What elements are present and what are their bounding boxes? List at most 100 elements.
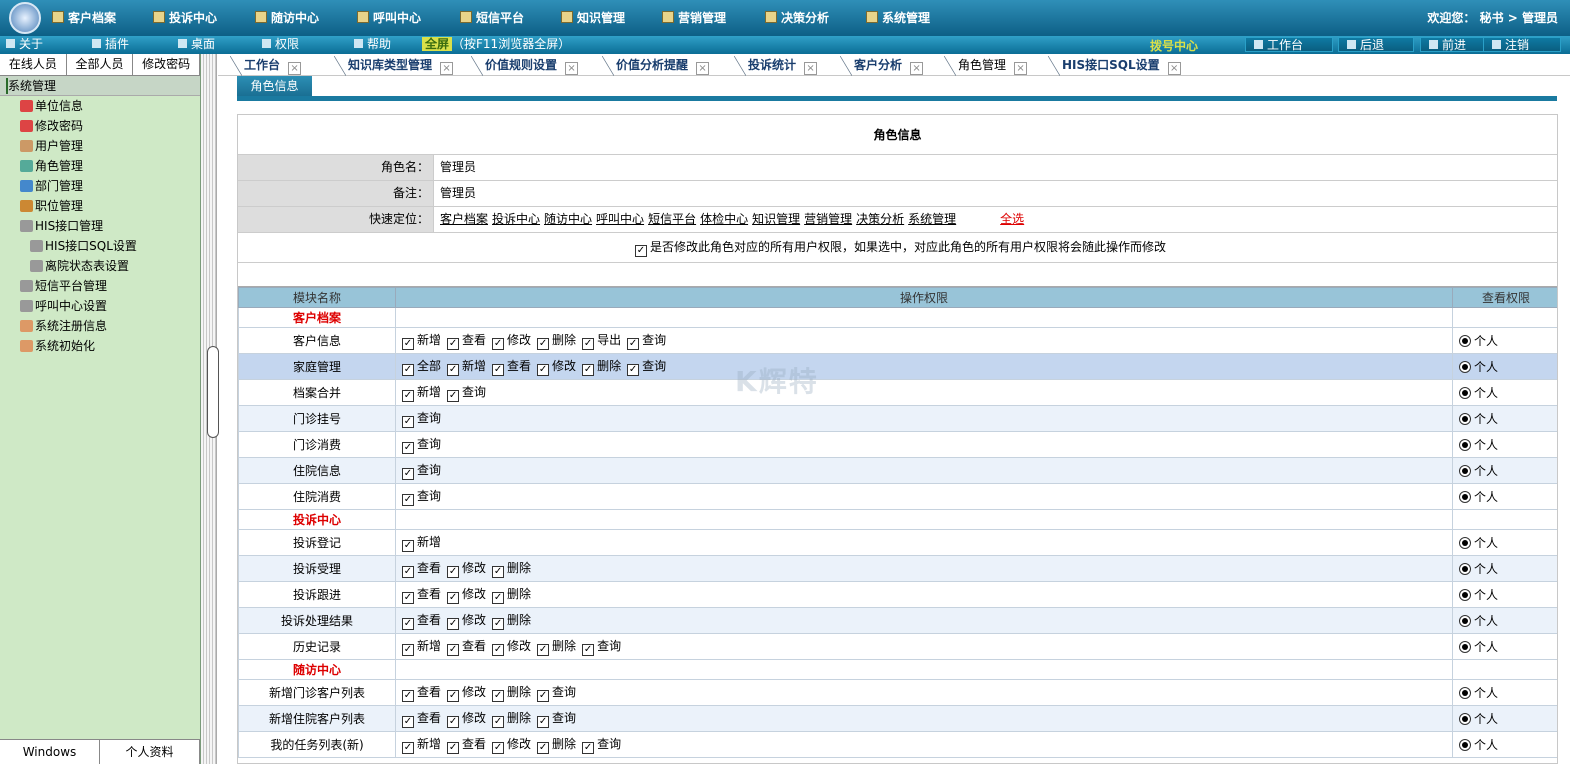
- view-radio[interactable]: [1459, 361, 1471, 373]
- quick-link[interactable]: 决策分析: [856, 212, 904, 226]
- topnav-3[interactable]: 随访中心: [255, 9, 319, 26]
- tab-2[interactable]: 知识库类型管理 ×: [334, 56, 454, 76]
- tab-8[interactable]: HIS接口SQL设置 ×: [1048, 56, 1181, 76]
- sidebar-item[interactable]: 单位信息: [0, 96, 200, 116]
- op-checkbox[interactable]: [402, 364, 414, 376]
- select-all-link[interactable]: 全选: [1000, 212, 1024, 226]
- op-checkbox[interactable]: [447, 716, 460, 728]
- sidebar-item[interactable]: 系统注册信息: [0, 316, 200, 336]
- toolbar-5[interactable]: 帮助: [354, 37, 391, 52]
- op-checkbox[interactable]: [402, 468, 414, 480]
- view-radio[interactable]: [1459, 641, 1471, 653]
- op-checkbox[interactable]: [402, 716, 414, 728]
- quick-link[interactable]: 系统管理: [908, 212, 956, 226]
- view-radio[interactable]: [1459, 589, 1471, 601]
- op-checkbox[interactable]: [447, 644, 460, 656]
- op-checkbox[interactable]: [402, 592, 414, 604]
- op-checkbox[interactable]: [402, 338, 414, 350]
- op-checkbox[interactable]: [582, 364, 595, 376]
- topnav-7[interactable]: 营销管理: [662, 9, 726, 26]
- topnav-4[interactable]: 呼叫中心: [357, 9, 421, 26]
- tab-5[interactable]: 投诉统计 ×: [734, 56, 818, 76]
- op-checkbox[interactable]: [402, 690, 414, 702]
- tab-3[interactable]: 价值规则设置 ×: [471, 56, 579, 76]
- subtab-role-info[interactable]: 角色信息: [237, 76, 312, 96]
- view-radio[interactable]: [1459, 687, 1471, 699]
- tab-4[interactable]: 价值分析提醒 ×: [602, 56, 710, 76]
- toolbar-4[interactable]: 权限: [262, 37, 299, 52]
- op-checkbox[interactable]: [627, 338, 640, 350]
- view-radio[interactable]: [1459, 439, 1471, 451]
- op-checkbox[interactable]: [537, 742, 550, 754]
- op-checkbox[interactable]: [447, 338, 460, 350]
- toolbar-2[interactable]: 插件: [92, 37, 129, 52]
- quick-link[interactable]: 知识管理: [752, 212, 800, 226]
- view-radio[interactable]: [1459, 615, 1471, 627]
- view-radio[interactable]: [1459, 491, 1471, 503]
- view-radio[interactable]: [1459, 739, 1471, 751]
- close-icon[interactable]: ×: [910, 62, 924, 75]
- op-checkbox[interactable]: [447, 618, 460, 630]
- quick-link[interactable]: 客户档案: [440, 212, 488, 226]
- op-checkbox[interactable]: [492, 618, 505, 630]
- view-radio[interactable]: [1459, 713, 1471, 725]
- close-icon[interactable]: ×: [288, 62, 302, 75]
- fullscreen-control[interactable]: 全屏 （按F11浏览器全屏）: [422, 37, 570, 52]
- profile-tab[interactable]: 个人资料: [100, 740, 200, 764]
- tab-7[interactable]: 角色管理 ×: [944, 56, 1028, 76]
- tab-6[interactable]: 客户分析 ×: [840, 56, 924, 76]
- op-checkbox[interactable]: [537, 716, 550, 728]
- op-checkbox[interactable]: [447, 566, 460, 578]
- op-checkbox[interactable]: [447, 742, 460, 754]
- sidebar-item[interactable]: HIS接口管理: [0, 216, 200, 236]
- splitter-handle[interactable]: [207, 346, 219, 438]
- apply-to-users-checkbox[interactable]: [634, 245, 647, 257]
- quick-link[interactable]: 体检中心: [700, 212, 748, 226]
- op-checkbox[interactable]: [492, 716, 505, 728]
- op-checkbox[interactable]: [492, 690, 505, 702]
- view-radio[interactable]: [1459, 537, 1471, 549]
- op-checkbox[interactable]: [402, 540, 414, 552]
- windows-tab[interactable]: Windows: [0, 740, 100, 764]
- close-icon[interactable]: ×: [565, 62, 579, 75]
- sidebar-tab-online[interactable]: 在线人员: [0, 54, 67, 75]
- op-checkbox[interactable]: [537, 364, 550, 376]
- op-checkbox[interactable]: [492, 338, 505, 350]
- sidebar-item[interactable]: 呼叫中心设置: [0, 296, 200, 316]
- op-checkbox[interactable]: [582, 338, 595, 350]
- view-radio[interactable]: [1459, 413, 1471, 425]
- view-radio[interactable]: [1459, 563, 1471, 575]
- sidebar-tab-password[interactable]: 修改密码: [133, 54, 201, 75]
- quick-link[interactable]: 随访中心: [544, 212, 592, 226]
- op-checkbox[interactable]: [402, 494, 414, 506]
- topnav-2[interactable]: 投诉中心: [153, 9, 217, 26]
- view-radio[interactable]: [1459, 335, 1471, 347]
- op-checkbox[interactable]: [492, 742, 505, 754]
- quick-link[interactable]: 投诉中心: [492, 212, 540, 226]
- op-checkbox[interactable]: [447, 390, 460, 402]
- sidebar-item[interactable]: 离院状态表设置: [0, 256, 200, 276]
- sidebar-item[interactable]: 部门管理: [0, 176, 200, 196]
- op-checkbox[interactable]: [402, 442, 414, 454]
- view-radio[interactable]: [1459, 387, 1471, 399]
- sidebar-item[interactable]: HIS接口SQL设置: [0, 236, 200, 256]
- close-icon[interactable]: ×: [804, 62, 818, 75]
- view-radio[interactable]: [1459, 465, 1471, 477]
- app-logo-icon[interactable]: [9, 2, 41, 34]
- topnav-8[interactable]: 决策分析: [765, 9, 829, 26]
- op-checkbox[interactable]: [492, 566, 505, 578]
- fullscreen-button[interactable]: 全屏: [422, 37, 453, 51]
- dial-center-button[interactable]: 拨号中心: [1150, 37, 1198, 54]
- sidebar-item[interactable]: 短信平台管理: [0, 276, 200, 296]
- op-checkbox[interactable]: [402, 416, 414, 428]
- op-checkbox[interactable]: [537, 644, 550, 656]
- op-checkbox[interactable]: [402, 644, 414, 656]
- sidebar-item[interactable]: 用户管理: [0, 136, 200, 156]
- sidebar-item[interactable]: 修改密码: [0, 116, 200, 136]
- op-checkbox[interactable]: [492, 364, 505, 376]
- topnav-5[interactable]: 短信平台: [460, 9, 524, 26]
- quick-link[interactable]: 短信平台: [648, 212, 696, 226]
- close-icon[interactable]: ×: [1167, 62, 1181, 75]
- topnav-6[interactable]: 知识管理: [561, 9, 625, 26]
- op-checkbox[interactable]: [447, 592, 460, 604]
